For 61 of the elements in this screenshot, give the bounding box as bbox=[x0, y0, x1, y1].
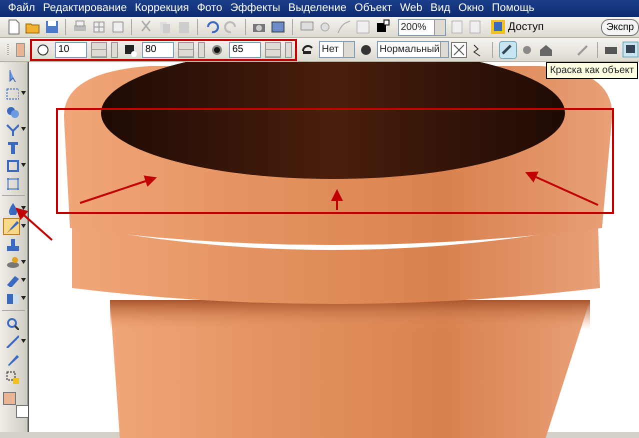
gradient-icon bbox=[4, 291, 18, 305]
marquee-icon bbox=[4, 86, 18, 100]
magnifier-icon bbox=[4, 316, 18, 330]
menu-item[interactable]: Редактирование bbox=[39, 0, 131, 17]
menu-item[interactable]: Вид bbox=[426, 0, 454, 17]
menu-item[interactable]: Web bbox=[396, 0, 426, 17]
caret-icon[interactable] bbox=[21, 224, 26, 228]
number-field[interactable]: 65 bbox=[229, 42, 262, 58]
transform-icon bbox=[4, 176, 18, 190]
caret-icon[interactable] bbox=[21, 127, 26, 131]
color-swatch[interactable] bbox=[16, 42, 25, 56]
grip-icon bbox=[6, 42, 10, 58]
menu-item[interactable]: Помощь bbox=[488, 0, 538, 17]
crop-icon bbox=[4, 158, 18, 172]
spin-buttons[interactable] bbox=[265, 42, 282, 58]
caret-icon[interactable] bbox=[21, 91, 26, 95]
portrait-icon bbox=[490, 19, 506, 35]
spin-buttons[interactable] bbox=[178, 42, 194, 58]
dropdown-button[interactable] bbox=[285, 42, 292, 58]
caret-icon[interactable] bbox=[21, 296, 26, 300]
undo-icon[interactable] bbox=[204, 19, 220, 35]
menu-item[interactable]: Выделение bbox=[284, 0, 351, 17]
arrow bbox=[16, 208, 53, 241]
cross-icon[interactable] bbox=[451, 42, 468, 58]
caret-icon[interactable] bbox=[21, 206, 26, 210]
zoom-dropdown[interactable]: 200% bbox=[398, 18, 446, 36]
number-field[interactable]: 10 bbox=[55, 42, 88, 58]
eyedropper-icon bbox=[4, 334, 18, 348]
menu-item[interactable]: Объект bbox=[350, 0, 396, 17]
caret-icon[interactable] bbox=[21, 260, 26, 264]
frame-icon[interactable] bbox=[110, 19, 126, 35]
caret-icon[interactable] bbox=[21, 278, 26, 282]
tooltip: Краска как объект bbox=[546, 62, 638, 79]
caret-icon[interactable] bbox=[21, 339, 26, 343]
dropdown-button[interactable] bbox=[111, 42, 118, 58]
circle-icon bbox=[35, 42, 52, 58]
dropdown-button[interactable] bbox=[198, 42, 206, 58]
selection-icon bbox=[4, 370, 18, 384]
foreground-color[interactable] bbox=[3, 392, 16, 405]
caret-icon[interactable] bbox=[21, 163, 26, 167]
eraser-icon bbox=[4, 273, 18, 287]
paintbrush-icon bbox=[4, 219, 18, 233]
menu-item[interactable]: Фото bbox=[192, 0, 226, 17]
menu-item[interactable]: Коррекция bbox=[130, 0, 193, 17]
background-color[interactable] bbox=[16, 405, 29, 418]
document-icon[interactable] bbox=[6, 19, 22, 35]
blend-mode-dropdown[interactable]: Нормальный bbox=[376, 41, 448, 58]
spin-buttons[interactable] bbox=[91, 42, 108, 58]
texture-dropdown[interactable]: Нет bbox=[318, 41, 355, 58]
arrow bbox=[331, 189, 343, 210]
scanner-icon[interactable] bbox=[270, 19, 286, 35]
shapes-icon bbox=[4, 104, 18, 118]
stamp-icon bbox=[4, 237, 18, 251]
path-icon bbox=[4, 122, 18, 136]
menu-item[interactable]: Файл bbox=[4, 0, 40, 17]
express-button[interactable]: Экспр bbox=[601, 18, 639, 36]
number-field[interactable]: 80 bbox=[142, 42, 174, 58]
menu-item[interactable]: Эффекты bbox=[226, 0, 284, 17]
window-icon[interactable] bbox=[622, 41, 639, 58]
menu-item[interactable]: Окно bbox=[454, 0, 488, 17]
share-button[interactable]: Доступ bbox=[486, 18, 548, 36]
